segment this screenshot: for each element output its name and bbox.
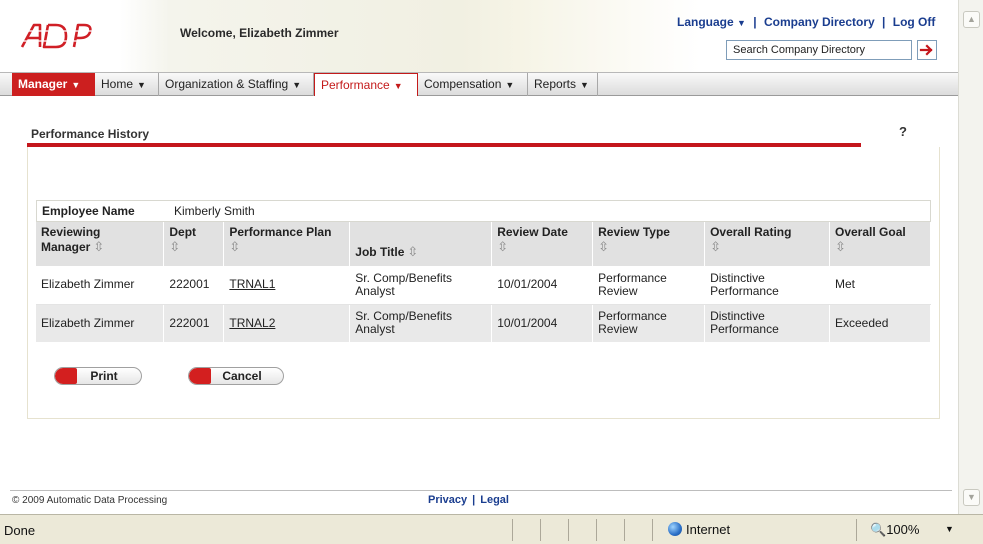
- header-job-title[interactable]: Job Title ⇳: [349, 222, 493, 266]
- browser-status-bar: Done Internet 🔍100% ▼: [0, 514, 983, 544]
- status-divider: [856, 519, 857, 541]
- header-dept[interactable]: Dept ⇳: [163, 222, 225, 266]
- top-links: Language ▼ | Company Directory | Log Off: [677, 15, 935, 29]
- cell-job-title: Sr. Comp/Benefits Analyst: [349, 266, 493, 305]
- scroll-down-icon[interactable]: ▼: [963, 489, 980, 506]
- status-divider: [540, 519, 541, 541]
- sort-icon[interactable]: ⇳: [169, 239, 180, 255]
- sort-icon[interactable]: ⇳: [407, 244, 418, 260]
- sort-icon[interactable]: ⇳: [229, 239, 240, 255]
- chevron-down-icon: ▼: [71, 80, 81, 90]
- header-overall-rating[interactable]: Overall Rating ⇳: [704, 222, 830, 266]
- welcome-text: Welcome, Elizabeth Zimmer: [180, 26, 339, 40]
- cell-overall-goal: Met: [829, 266, 931, 305]
- chevron-down-icon: ▼: [580, 80, 589, 90]
- cell-review-type: Performance Review: [592, 266, 706, 305]
- menu-home[interactable]: Home ▼: [95, 73, 159, 96]
- employee-name-label: Employee Name: [42, 204, 135, 218]
- cell-job-title: Sr. Comp/Benefits Analyst: [349, 304, 493, 342]
- sort-icon[interactable]: ⇳: [710, 239, 721, 255]
- footer-links: Privacy | Legal: [428, 494, 509, 506]
- header-overall-goal[interactable]: Overall Goal ⇳: [829, 222, 931, 266]
- legal-link[interactable]: Legal: [480, 494, 509, 506]
- cell-overall-rating: Distinctive Performance: [704, 304, 830, 342]
- cell-overall-rating: Distinctive Performance: [704, 266, 830, 305]
- print-button[interactable]: Print: [54, 367, 142, 385]
- menu-compensation[interactable]: Compensation ▼: [418, 73, 528, 96]
- status-divider: [652, 519, 653, 541]
- page-title: Performance History: [31, 127, 150, 141]
- cell-review-date: 10/01/2004: [491, 304, 594, 342]
- cell-manager: Elizabeth Zimmer: [36, 266, 165, 305]
- app-window: Welcome, Elizabeth Zimmer Language ▼ | C…: [0, 0, 958, 514]
- status-divider: [596, 519, 597, 541]
- table-header-row: Reviewing Manager ⇳ Dept ⇳ Performance Plan…: [36, 222, 931, 266]
- separator: |: [882, 15, 886, 29]
- globe-icon: [668, 522, 682, 536]
- menu-reports[interactable]: Reports ▼: [528, 73, 598, 96]
- performance-plan-link[interactable]: TRNAL1: [229, 277, 275, 291]
- cell-review-type: Performance Review: [592, 304, 706, 342]
- chevron-down-icon: ▼: [393, 81, 403, 91]
- chevron-down-icon: ▼: [737, 18, 746, 28]
- header: Welcome, Elizabeth Zimmer Language ▼ | C…: [0, 0, 958, 72]
- menu-organization-staffing[interactable]: Organization & Staffing ▼: [159, 73, 314, 96]
- performance-plan-link[interactable]: TRNAL2: [229, 316, 275, 330]
- chevron-down-icon: ▼: [292, 80, 302, 90]
- search-go-icon: [919, 44, 933, 56]
- chevron-down-icon: ▼: [505, 80, 515, 90]
- footer-divider: [10, 490, 952, 491]
- adp-logo[interactable]: [18, 22, 93, 50]
- chevron-down-icon: ▼: [137, 80, 146, 90]
- cell-manager: Elizabeth Zimmer: [36, 304, 165, 342]
- cell-plan: TRNAL2: [223, 304, 351, 342]
- table-row: Elizabeth Zimmer 222001 TRNAL2 Sr. Comp/…: [36, 304, 931, 342]
- header-performance-plan[interactable]: Performance Plan ⇳: [223, 222, 351, 266]
- cell-dept: 222001: [163, 266, 225, 305]
- header-review-type[interactable]: Review Type ⇳: [592, 222, 706, 266]
- separator: |: [472, 494, 476, 506]
- table-row: Elizabeth Zimmer 222001 TRNAL1 Sr. Comp/…: [36, 266, 931, 305]
- status-divider: [568, 519, 569, 541]
- employee-name-value: Kimberly Smith: [174, 204, 255, 218]
- main-menu: Manager ▼ Home ▼ Organization & Staffing ▼ …: [0, 72, 958, 96]
- header-reviewing-manager[interactable]: Reviewing Manager ⇳: [36, 222, 165, 266]
- menu-manager[interactable]: Manager ▼: [12, 73, 95, 96]
- sort-icon[interactable]: ⇳: [93, 239, 104, 255]
- cell-dept: 222001: [163, 304, 225, 342]
- log-off-link[interactable]: Log Off: [893, 15, 936, 29]
- copyright-text: © 2009 Automatic Data Processing: [12, 495, 168, 506]
- internet-zone: Internet: [668, 522, 730, 537]
- search-go-button[interactable]: [917, 40, 937, 60]
- status-text: Done: [4, 523, 36, 538]
- employee-name-row: Employee Name Kimberly Smith: [36, 200, 931, 222]
- performance-history-table: Reviewing Manager ⇳ Dept ⇳ Performance Plan…: [36, 222, 931, 342]
- zoom-level[interactable]: 🔍100%: [870, 522, 919, 538]
- zoom-icon: 🔍: [870, 522, 887, 537]
- vertical-scrollbar[interactable]: ▲ ▼: [958, 0, 983, 514]
- sort-icon[interactable]: ⇳: [835, 239, 846, 255]
- help-icon[interactable]: ?: [899, 124, 907, 139]
- cell-review-date: 10/01/2004: [491, 266, 594, 305]
- separator: |: [753, 15, 757, 29]
- cell-overall-goal: Exceeded: [829, 304, 931, 342]
- company-directory-link[interactable]: Company Directory: [764, 15, 875, 29]
- cancel-button[interactable]: Cancel: [188, 367, 284, 385]
- language-link[interactable]: Language ▼: [677, 15, 746, 29]
- privacy-link[interactable]: Privacy: [428, 494, 467, 506]
- scroll-up-icon[interactable]: ▲: [963, 11, 980, 28]
- status-divider: [624, 519, 625, 541]
- sort-icon[interactable]: ⇳: [598, 239, 609, 255]
- sort-icon[interactable]: ⇳: [497, 239, 508, 255]
- header-review-date[interactable]: Review Date ⇳: [491, 222, 594, 266]
- search-company-directory-input[interactable]: Search Company Directory: [726, 40, 912, 60]
- menu-performance[interactable]: Performance ▼: [314, 73, 418, 96]
- cell-plan: TRNAL1: [223, 266, 351, 305]
- chevron-down-icon[interactable]: ▼: [945, 524, 954, 534]
- status-divider: [512, 519, 513, 541]
